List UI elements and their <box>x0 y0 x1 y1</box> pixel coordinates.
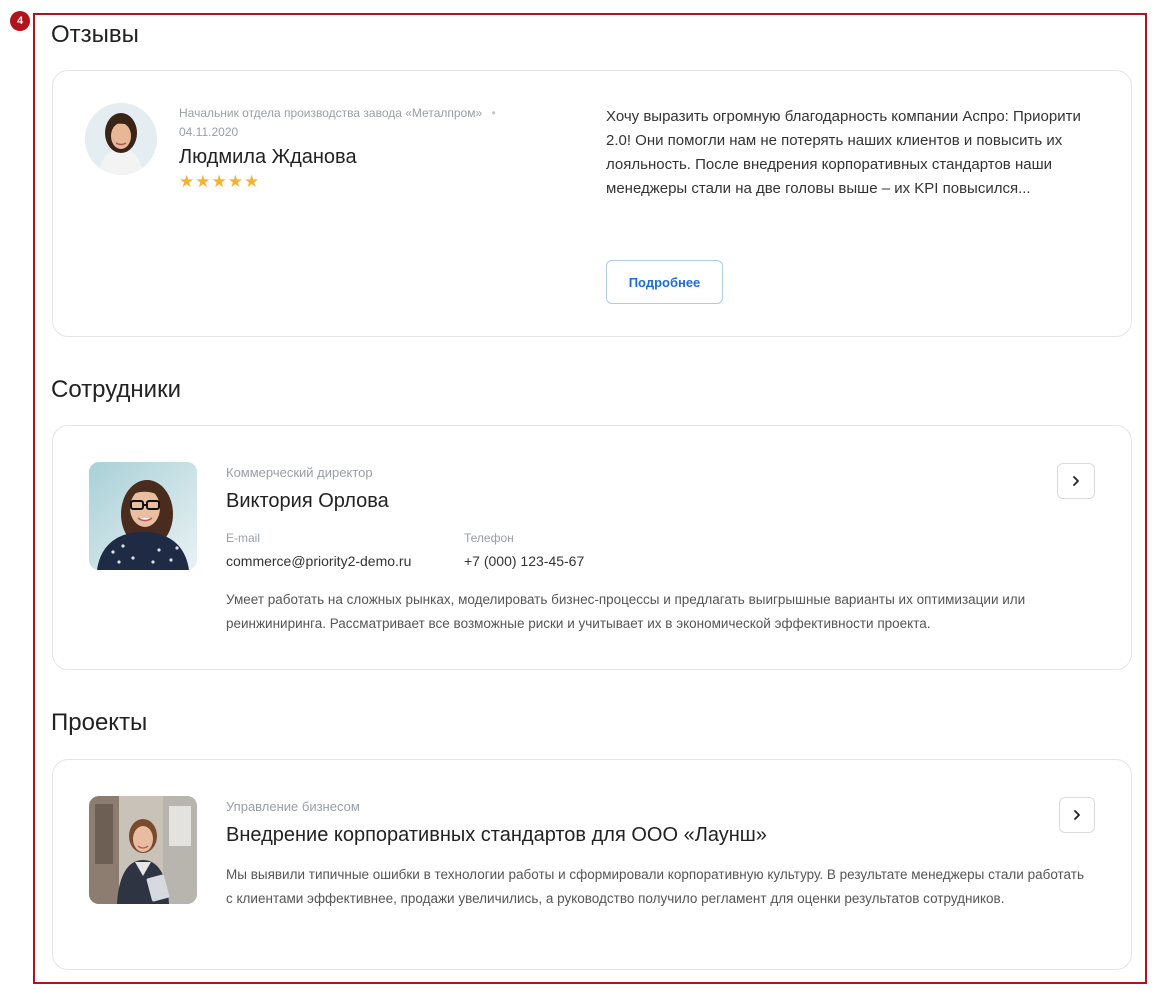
employee-description: Умеет работать на сложных рынках, модели… <box>226 592 1026 631</box>
employee-phone-link[interactable]: +7 (000) 123-45-67 <box>464 553 584 569</box>
employee-card[interactable]: Коммерческий директор Виктория Орлова E-… <box>52 425 1132 670</box>
review-text: Хочу выразить огромную благодарность ком… <box>606 108 1081 197</box>
reviewer-avatar <box>85 103 157 175</box>
employee-position: Коммерческий директор <box>226 465 373 480</box>
review-date: 04.11.2020 <box>179 125 239 139</box>
project-card[interactable]: Управление бизнесом Внедрение корпоратив… <box>52 759 1132 970</box>
review-author-position-line: Начальник отдела производства завода «Ме… <box>179 106 496 120</box>
review-author-position: Начальник отдела производства завода «Ме… <box>179 106 483 120</box>
projects-title: Проекты <box>51 709 148 736</box>
employee-photo <box>89 462 197 570</box>
review-more-button[interactable]: Подробнее <box>606 260 723 304</box>
employee-arrow-button[interactable] <box>1057 463 1095 499</box>
project-arrow-button[interactable] <box>1059 797 1095 833</box>
project-name[interactable]: Внедрение корпоративных стандартов для О… <box>226 824 767 847</box>
project-photo <box>89 796 197 904</box>
separator-dot: • <box>491 106 496 120</box>
review-author-name: Людмила Жданова <box>179 146 357 168</box>
project-category: Управление бизнесом <box>226 799 360 814</box>
chevron-right-icon <box>1073 476 1079 486</box>
phone-label: Телефон <box>464 531 514 545</box>
reviews-title: Отзывы <box>51 21 139 48</box>
rating-stars: ★★★★★ <box>179 172 261 191</box>
project-description: Мы выявили типичные ошибки в технологии … <box>226 867 1084 906</box>
email-label: E-mail <box>226 531 261 545</box>
employees-title: Сотрудники <box>51 376 181 403</box>
employee-name[interactable]: Виктория Орлова <box>226 490 389 513</box>
review-card: Начальник отдела производства завода «Ме… <box>52 70 1132 337</box>
frame-badge: 4 <box>10 11 30 31</box>
chevron-right-icon <box>1074 810 1080 820</box>
employee-email-link[interactable]: commerce@priority2-demo.ru <box>226 553 411 569</box>
